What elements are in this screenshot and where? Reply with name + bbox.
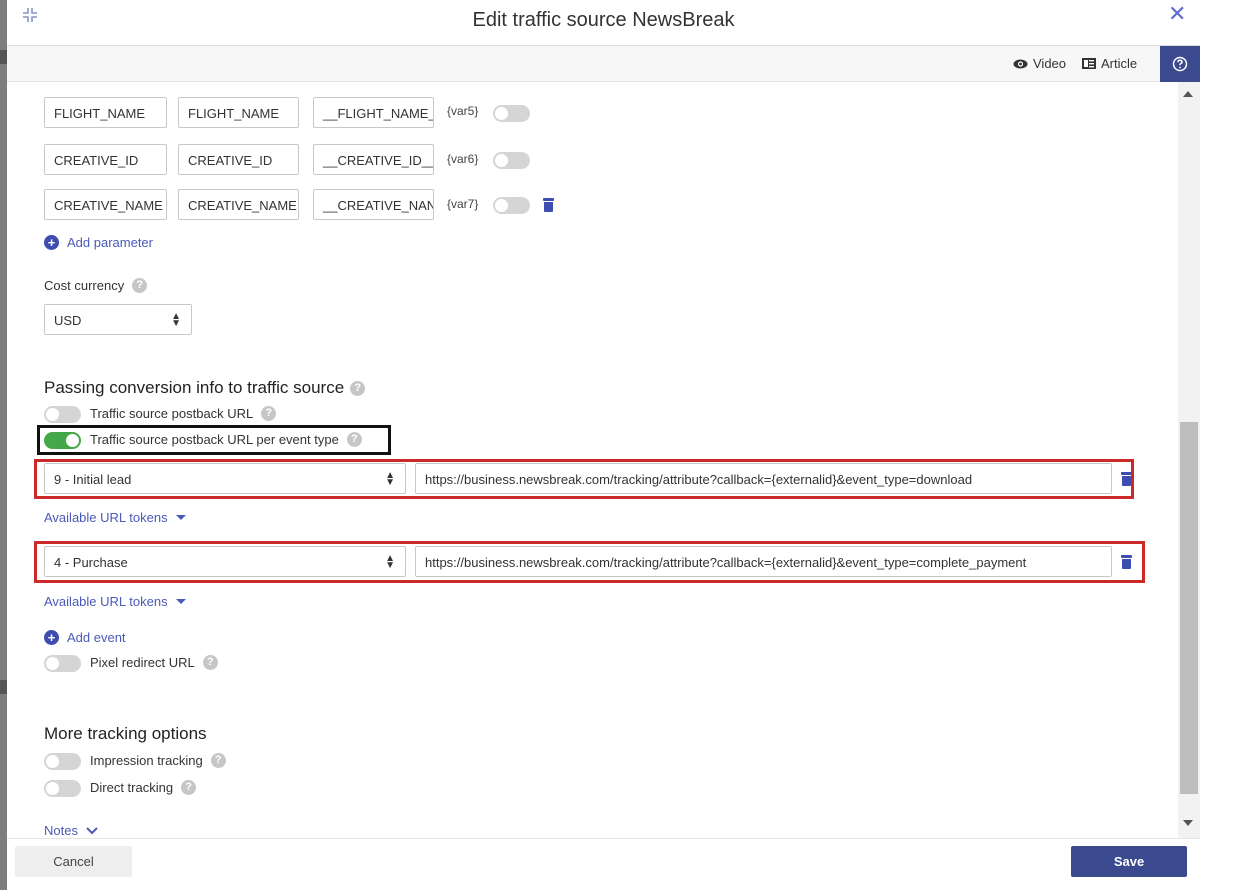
direct-tracking-toggle[interactable] <box>44 780 81 797</box>
save-button[interactable]: Save <box>1071 846 1187 877</box>
impression-tracking-text: Impression tracking <box>90 753 203 768</box>
help-icon[interactable]: ? <box>132 278 148 293</box>
postback-url-text: Traffic source postback URL <box>90 406 254 421</box>
pixel-redirect-toggle[interactable] <box>44 655 81 672</box>
conversion-title-text: Passing conversion info to traffic sourc… <box>44 378 345 397</box>
cost-currency-select[interactable]: USD ▲ ▼ <box>44 304 192 335</box>
trash-icon[interactable] <box>1121 472 1132 486</box>
help-icon[interactable]: ? <box>181 780 197 795</box>
available-url-tokens-toggle[interactable]: Available URL tokens <box>44 510 186 525</box>
param-label-input[interactable]: FLIGHT_NAME <box>178 97 299 128</box>
event-postback-url-input[interactable]: https://business.newsbreak.com/tracking/… <box>415 546 1112 577</box>
close-icon[interactable]: ✕ <box>1168 3 1186 25</box>
param-token-input[interactable]: __CREATIVE_ID__ <box>313 144 434 175</box>
param-label-input[interactable]: CREATIVE_ID <box>178 144 299 175</box>
plus-circle-icon: + <box>44 235 59 250</box>
param-var-label: {var5} <box>447 104 479 118</box>
param-token-input[interactable]: __CREATIVE_NAN <box>313 189 434 220</box>
edit-traffic-source-modal: Edit traffic source NewsBreak ✕ Video Ar… <box>7 0 1200 890</box>
cost-currency-value: USD <box>54 313 82 328</box>
postback-url-toggle[interactable] <box>44 406 81 423</box>
param-toggle[interactable] <box>493 197 530 214</box>
trash-icon[interactable] <box>543 198 554 212</box>
impression-tracking-toggle[interactable] <box>44 753 81 770</box>
chevron-down-icon <box>86 826 98 834</box>
plus-circle-icon: + <box>44 630 59 645</box>
scrollbar-thumb[interactable] <box>1180 422 1198 794</box>
cost-currency-text: Cost currency <box>44 278 125 293</box>
add-event-link[interactable]: + Add event <box>44 630 126 645</box>
cancel-button[interactable]: Cancel <box>15 846 132 877</box>
param-name-input[interactable]: FLIGHT_NAME <box>44 97 167 128</box>
background-page-edge <box>0 0 7 890</box>
modal-title: Edit traffic source NewsBreak <box>472 9 735 31</box>
article-icon <box>1082 58 1096 69</box>
postback-per-event-label: Traffic source postback URL per event ty… <box>90 432 362 447</box>
add-parameter-link[interactable]: + Add parameter <box>44 235 153 250</box>
chevron-down-icon <box>175 599 186 604</box>
help-icon[interactable]: ? <box>261 406 277 421</box>
scroll-down-arrow-icon[interactable] <box>1183 820 1193 826</box>
event-type-select[interactable]: 9 - Initial lead ▲ ▼ <box>44 463 406 494</box>
chevron-down-icon <box>175 515 186 520</box>
param-var-label: {var6} <box>447 152 479 166</box>
video-label: Video <box>1033 56 1067 71</box>
select-arrows-icon: ▲ ▼ <box>385 470 395 488</box>
add-event-label: Add event <box>67 630 126 645</box>
impression-tracking-label: Impression tracking ? <box>90 753 226 768</box>
available-url-tokens-label: Available URL tokens <box>44 510 168 525</box>
conversion-section-title: Passing conversion info to traffic sourc… <box>44 378 366 398</box>
available-url-tokens-label: Available URL tokens <box>44 594 168 609</box>
help-button[interactable] <box>1160 46 1200 82</box>
notes-label: Notes <box>44 823 78 838</box>
select-arrows-icon: ▲ ▼ <box>385 553 395 571</box>
modal-content[interactable]: FLIGHT_NAME FLIGHT_NAME __FLIGHT_NAME_ {… <box>7 82 1178 838</box>
event-type-value: 9 - Initial lead <box>54 472 132 487</box>
param-name-input[interactable]: CREATIVE_ID <box>44 144 167 175</box>
help-icon[interactable]: ? <box>350 380 366 396</box>
pixel-redirect-label: Pixel redirect URL ? <box>90 655 218 670</box>
available-url-tokens-toggle[interactable]: Available URL tokens <box>44 594 186 609</box>
modal-header: Edit traffic source NewsBreak ✕ <box>7 0 1200 46</box>
event-type-select[interactable]: 4 - Purchase ▲ ▼ <box>44 546 406 577</box>
param-label-input[interactable]: CREATIVE_NAME <box>178 189 299 220</box>
modal-toolbar: Video Article <box>7 46 1200 82</box>
postback-url-label: Traffic source postback URL ? <box>90 406 277 421</box>
eye-icon <box>1013 59 1028 68</box>
param-toggle[interactable] <box>493 105 530 122</box>
question-circle-icon <box>1172 56 1188 72</box>
param-name-input[interactable]: CREATIVE_NAME <box>44 189 167 220</box>
notes-toggle[interactable]: Notes <box>44 823 98 838</box>
direct-tracking-text: Direct tracking <box>90 780 174 795</box>
trash-icon[interactable] <box>1121 555 1132 569</box>
video-link[interactable]: Video <box>1013 56 1066 71</box>
help-icon[interactable]: ? <box>210 753 226 768</box>
cost-currency-label: Cost currency ? <box>44 278 148 293</box>
direct-tracking-label: Direct tracking ? <box>90 780 197 795</box>
select-arrows-icon: ▲ ▼ <box>171 311 181 329</box>
param-var-label: {var7} <box>447 197 479 211</box>
article-link[interactable]: Article <box>1082 56 1137 71</box>
pixel-redirect-text: Pixel redirect URL <box>90 655 195 670</box>
help-icon[interactable]: ? <box>202 655 218 670</box>
help-icon[interactable]: ? <box>346 432 362 447</box>
postback-per-event-text: Traffic source postback URL per event ty… <box>90 432 339 447</box>
add-parameter-label: Add parameter <box>67 235 153 250</box>
param-token-input[interactable]: __FLIGHT_NAME_ <box>313 97 434 128</box>
more-tracking-title: More tracking options <box>44 724 207 743</box>
scroll-up-arrow-icon[interactable] <box>1183 91 1193 97</box>
postback-per-event-toggle[interactable] <box>44 432 81 449</box>
modal-footer: Cancel Save <box>7 838 1200 890</box>
param-toggle[interactable] <box>493 152 530 169</box>
article-label: Article <box>1101 56 1138 71</box>
event-postback-url-input[interactable]: https://business.newsbreak.com/tracking/… <box>415 463 1112 494</box>
event-type-value: 4 - Purchase <box>54 555 128 570</box>
content-scrollbar[interactable] <box>1178 82 1200 838</box>
